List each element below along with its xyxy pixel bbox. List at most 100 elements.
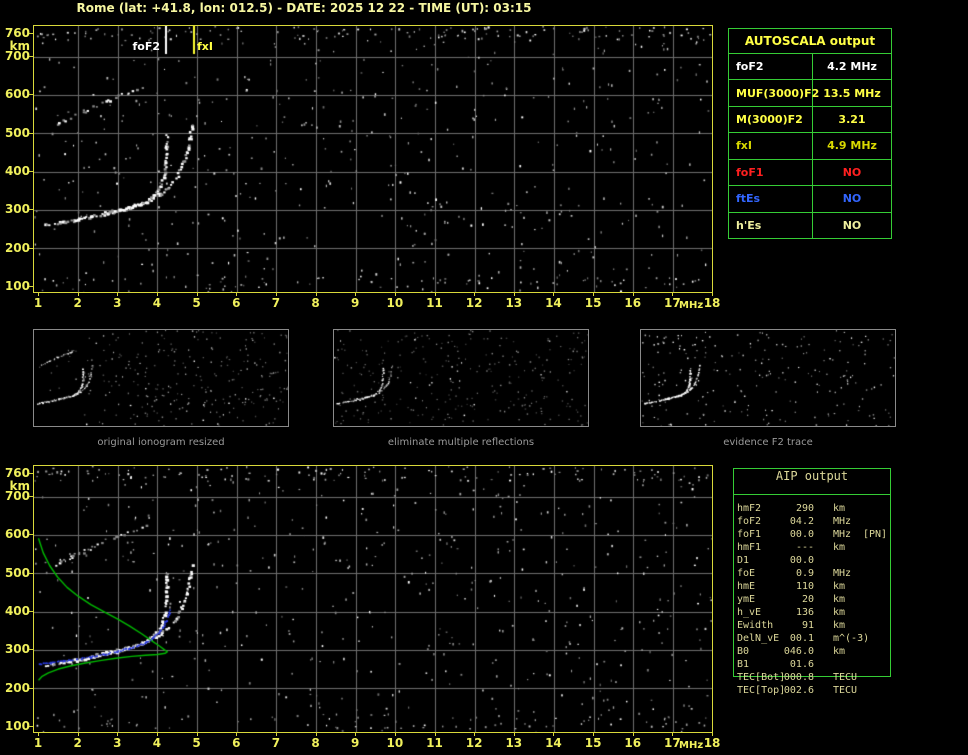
y-tick-mark <box>29 248 33 249</box>
autoscala-param-label: M(3000)F2 <box>729 106 813 133</box>
x-tick-label: 8 <box>311 296 320 310</box>
aip-row: TEC[Bot] 000.8 TECU <box>734 672 890 685</box>
x-tick-mark <box>672 293 673 296</box>
x-tick-mark <box>316 733 317 736</box>
aip-param-label: TEC[Bot] <box>737 672 786 683</box>
aip-row: B1 01.6 <box>734 659 890 672</box>
aip-param-unit: km <box>833 607 846 618</box>
x-tick-label: 2 <box>73 296 82 310</box>
x-tick-mark <box>276 733 277 736</box>
x-tick-label: 15 <box>584 736 602 750</box>
aip-param-unit: MHz <box>833 516 852 527</box>
y-tick-label: 100 <box>4 719 30 734</box>
x-tick-label: 2 <box>73 736 82 750</box>
x-tick-mark <box>355 733 356 736</box>
y-tick-label: 300 <box>4 202 30 217</box>
fof2-marker-label: foF2 <box>132 40 160 53</box>
autoscala-window: Rome (lat: +41.8, lon: 012.5) - DATE: 20… <box>0 0 968 755</box>
x-tick-mark <box>514 293 515 296</box>
x-tick-label: 3 <box>113 296 122 310</box>
y-tick-mark <box>29 133 33 134</box>
x-tick-mark <box>117 733 118 736</box>
x-tick-mark <box>38 293 39 296</box>
autoscala-row: h'Es NO <box>729 212 891 238</box>
y-tick-label: 760 <box>4 466 30 480</box>
x-tick-label: 16 <box>624 736 642 750</box>
x-tick-mark <box>78 733 79 736</box>
autoscala-row: M(3000)F2 3.21 <box>729 106 891 134</box>
autoscala-row: MUF(3000)F2 13.5 MHz <box>729 80 891 107</box>
aip-param-unit: TECU <box>833 685 858 696</box>
aip-param-value: 04.2 <box>789 516 814 527</box>
aip-row: TEC[Top] 002.6 TECU <box>734 685 890 698</box>
y-tick-mark <box>29 209 33 210</box>
aip-param-value: 00.1 <box>789 633 814 644</box>
aip-table-header: AIP output <box>734 469 890 495</box>
x-tick-mark <box>355 293 356 296</box>
x-tick-mark <box>395 733 396 736</box>
thumbnail-evidence-f2 <box>640 329 896 427</box>
y-tick-mark <box>29 171 33 172</box>
aip-param-unit: km <box>833 594 846 605</box>
y-tick-mark <box>29 611 33 612</box>
ionogram-plot-top: foF2 fxI <box>33 25 713 293</box>
autoscala-row: ftEs NO <box>729 186 891 213</box>
aip-param-value: 0.9 <box>795 568 814 579</box>
y-tick-label: 700 <box>4 49 30 63</box>
x-tick-mark <box>474 733 475 736</box>
aip-param-value: 110 <box>795 581 814 592</box>
aip-param-label: foF2 <box>737 516 762 527</box>
y-tick-label: 500 <box>4 125 30 140</box>
aip-param-label: hmE <box>737 581 756 592</box>
x-tick-label: 6 <box>232 736 241 750</box>
autoscala-param-value: 3.21 <box>838 113 866 127</box>
autoscala-param-label: ftEs <box>729 186 813 212</box>
aip-param-value: 01.6 <box>789 659 814 670</box>
aip-row: foF2 04.2 MHz <box>734 516 890 529</box>
thumbnail-original-canvas <box>34 330 288 426</box>
autoscala-param-value: 13.5 MHz <box>823 86 881 100</box>
aip-param-unit: MHz <box>833 568 852 579</box>
y-tick-label: 400 <box>4 604 30 619</box>
autoscala-row: foF2 4.2 MHz <box>729 54 891 81</box>
x-tick-label: 14 <box>545 296 562 310</box>
x-tick-mark <box>474 293 475 296</box>
y-tick-label: 200 <box>4 680 30 695</box>
x-tick-label: 4 <box>152 296 162 310</box>
autoscala-output-table: AUTOSCALA output foF2 4.2 MHz MUF(3000)F2 1… <box>728 28 892 239</box>
aip-param-value: 20 <box>801 594 814 605</box>
x-tick-label: 13 <box>505 736 523 750</box>
y-tick-mark <box>29 33 33 34</box>
x-tick-mark <box>435 733 436 736</box>
autoscala-param-label: foF1 <box>729 159 813 186</box>
aip-param-label: Ewidth <box>737 620 774 631</box>
x-tick-label: 5 <box>192 736 201 750</box>
x-tick-mark <box>276 293 277 296</box>
x-tick-mark <box>593 733 594 736</box>
x-tick-mark <box>395 293 396 296</box>
x-tick-mark <box>712 293 713 296</box>
thumbnail-original-ionogram <box>33 329 289 427</box>
x-tick-mark <box>593 293 594 296</box>
x-axis-unit-label: MHz <box>679 740 704 751</box>
y-tick-label: 760 <box>4 26 30 40</box>
aip-param-value: 000.8 <box>783 672 814 683</box>
aip-param-value: 00.0 <box>789 555 814 566</box>
y-tick-label: 300 <box>4 642 30 657</box>
x-tick-label: 6 <box>232 296 241 310</box>
ionogram-canvas-bottom <box>34 466 712 732</box>
x-tick-label: 9 <box>351 736 360 750</box>
x-tick-label: 1 <box>33 296 43 310</box>
x-tick-mark <box>157 733 158 736</box>
aip-param-unit: km <box>833 620 846 631</box>
x-tick-label: 3 <box>113 736 122 750</box>
x-axis-unit-label: MHz <box>679 300 704 311</box>
aip-param-value: 136 <box>795 607 814 618</box>
y-tick-label: 600 <box>4 87 30 102</box>
x-tick-mark <box>157 293 158 296</box>
x-tick-mark <box>435 293 436 296</box>
aip-param-label: D1 <box>737 555 750 566</box>
y-tick-mark <box>29 473 33 474</box>
aip-param-label: h_vE <box>737 607 762 618</box>
aip-row: ymE 20 km <box>734 594 890 607</box>
